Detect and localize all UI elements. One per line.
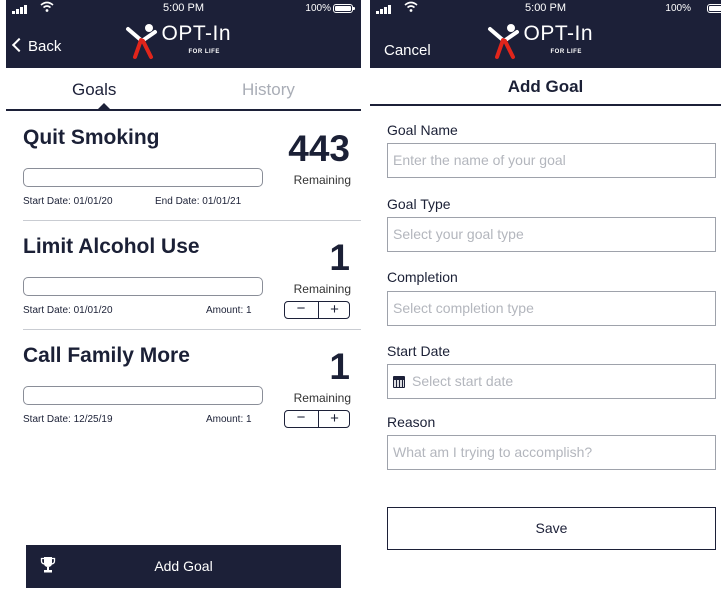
battery-percent: 100% (305, 3, 331, 14)
goal-amount: Amount: 1 (206, 414, 252, 425)
add-goal-button[interactable]: Add Goal (26, 545, 341, 588)
battery-icon (333, 4, 355, 13)
status-bar: 5:00 PM 100% (6, 0, 361, 18)
reason-label: Reason (387, 414, 436, 430)
logo-tagline: FOR LIFE (188, 49, 220, 55)
cancel-button[interactable]: Cancel (384, 42, 431, 59)
goal-type-label: Goal Type (387, 196, 451, 212)
completion-select[interactable]: Select completion type (387, 291, 716, 326)
goal-type-select[interactable]: Select your goal type (387, 217, 716, 252)
chevron-left-icon (11, 37, 27, 53)
tab-history[interactable]: History (242, 80, 295, 100)
add-goal-label: Add Goal (154, 558, 213, 574)
increment-button[interactable]: + (318, 411, 350, 427)
app-logo: OPT-In FOR LIFE (124, 22, 244, 62)
save-button[interactable]: Save (387, 507, 716, 550)
amount-stepper: − + (284, 300, 350, 319)
goal-progress-bar (23, 386, 263, 405)
logo-text: OPT-In (161, 22, 232, 45)
start-date-label: Start Date (387, 343, 451, 359)
runner-logo-icon (125, 24, 157, 59)
goal-name: Limit Alcohol Use (23, 235, 200, 258)
page-title: Add Goal (370, 68, 721, 106)
goal-name: Call Family More (23, 344, 190, 367)
goal-card-quit-smoking[interactable]: Quit Smoking 443 Remaining Start Date: 0… (6, 112, 361, 220)
back-label: Back (28, 38, 62, 55)
goal-start-date: Start Date: 01/01/20 (23, 196, 113, 207)
calendar-icon (393, 376, 405, 388)
goal-progress-bar (23, 277, 263, 296)
remaining-label: Remaining (293, 173, 351, 187)
goal-amount: Amount: 1 (206, 305, 252, 316)
start-date-placeholder: Select start date (412, 373, 514, 389)
goal-progress-bar (23, 168, 263, 187)
goal-remaining-count: 1 (329, 237, 350, 278)
goal-card-limit-alcohol[interactable]: Limit Alcohol Use 1 Remaining Start Date… (6, 221, 361, 329)
goal-remaining-count: 1 (329, 346, 350, 387)
status-bar: 5:00 PM 100% (370, 0, 721, 18)
logo-text: OPT-In (523, 22, 594, 45)
battery-icon (707, 4, 721, 13)
goals-screen: 5:00 PM 100% Back OPT-In FOR LIFE Goals … (6, 0, 361, 593)
increment-button[interactable]: + (318, 302, 350, 318)
remaining-label: Remaining (293, 282, 351, 296)
goal-name-label: Goal Name (387, 122, 458, 138)
app-header: 5:00 PM 100% Cancel OPT-In FOR LIFE (370, 0, 721, 68)
amount-stepper: − + (284, 409, 350, 428)
add-goal-screen: 5:00 PM 100% Cancel OPT-In FOR LIFE Add … (370, 0, 721, 593)
goal-name: Quit Smoking (23, 126, 160, 149)
goal-card-call-family[interactable]: Call Family More 1 Remaining Start Date:… (6, 330, 361, 438)
tab-bar: Goals History (6, 68, 361, 111)
tab-goals[interactable]: Goals (72, 80, 116, 100)
back-button[interactable]: Back (11, 37, 62, 55)
remaining-label: Remaining (293, 391, 351, 405)
completion-label: Completion (387, 269, 458, 285)
app-logo: OPT-In FOR LIFE (486, 22, 606, 62)
battery-percent: 100% (665, 3, 691, 14)
goal-name-input[interactable]: Enter the name of your goal (387, 143, 716, 178)
goal-start-date: Start Date: 12/25/19 (23, 414, 113, 425)
reason-input[interactable]: What am I trying to accomplish? (387, 435, 716, 470)
active-tab-indicator (98, 103, 110, 109)
goal-end-date: End Date: 01/01/21 (155, 196, 242, 207)
app-header: 5:00 PM 100% Back OPT-In FOR LIFE (6, 0, 361, 68)
goal-start-date: Start Date: 01/01/20 (23, 305, 113, 316)
decrement-button[interactable]: − (285, 409, 317, 427)
decrement-button[interactable]: − (285, 300, 317, 318)
goal-remaining-count: 443 (288, 128, 350, 169)
logo-tagline: FOR LIFE (550, 49, 582, 55)
runner-logo-icon (487, 24, 519, 59)
start-date-picker[interactable]: Select start date (387, 364, 716, 399)
